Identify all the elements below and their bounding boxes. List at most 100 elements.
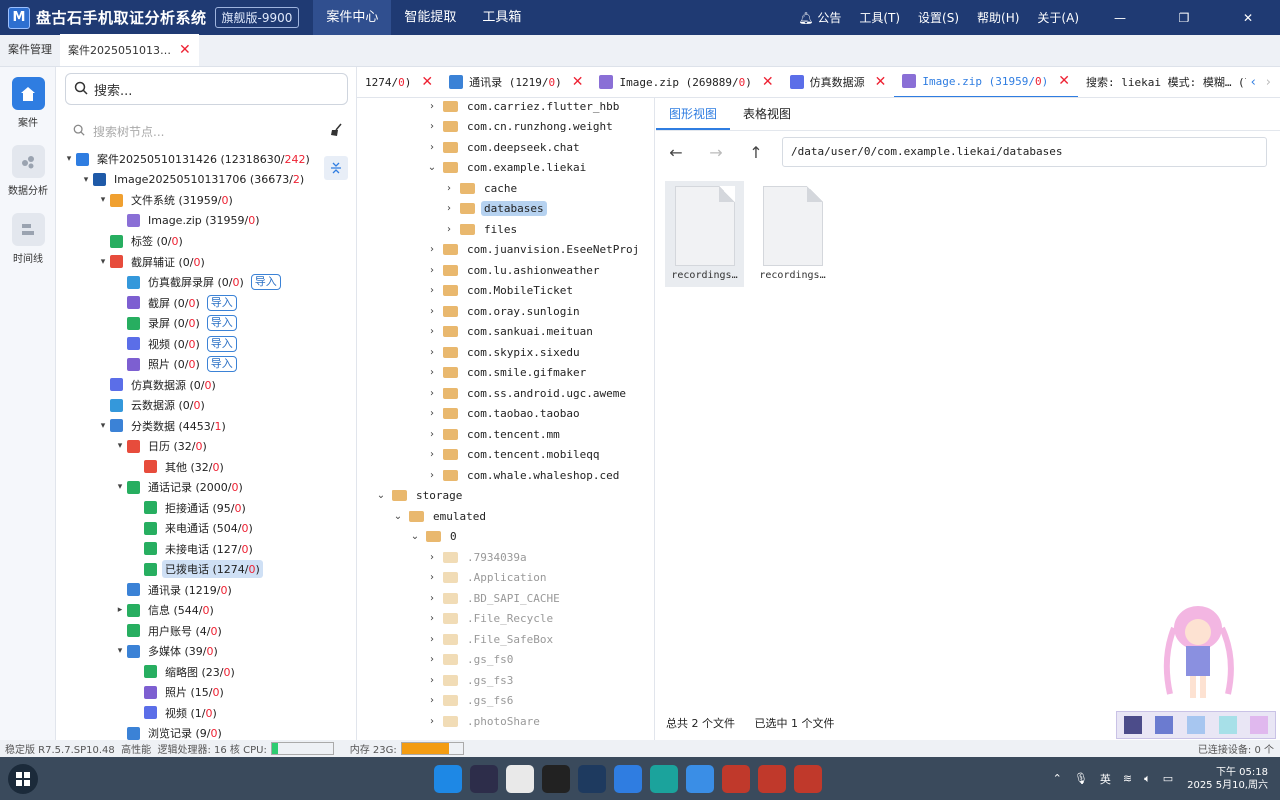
- import-button[interactable]: 导入: [206, 294, 237, 311]
- widget-toolbar[interactable]: [1116, 711, 1276, 739]
- tree-node[interactable]: 视频 (1/0): [130, 703, 220, 723]
- folder-node[interactable]: › cache: [442, 178, 520, 198]
- tab-table-view[interactable]: 表格视图: [730, 98, 804, 130]
- folder-node[interactable]: › com.carriez.flutter_hbb: [425, 98, 622, 116]
- folder-node[interactable]: ⌄ com.example.liekai: [425, 158, 589, 178]
- tree-node[interactable]: 浏览记录 (9/0): [113, 723, 225, 740]
- chevron-left-icon[interactable]: ‹: [1251, 75, 1256, 90]
- chevron-right-icon[interactable]: ›: [425, 326, 439, 337]
- file-item[interactable]: recordings…: [753, 181, 832, 287]
- tree-search-input[interactable]: 搜索树节点...: [73, 120, 343, 142]
- tree-node[interactable]: 云数据源 (0/0): [96, 395, 208, 415]
- input-language[interactable]: 英: [1100, 771, 1111, 787]
- tree-node[interactable]: ▾ 截屏辅证 (0/0): [96, 252, 208, 272]
- tree-node[interactable]: 视频 (0/0) 导入: [113, 334, 237, 354]
- folder-node[interactable]: › com.whale.whaleshop.ced: [425, 465, 622, 485]
- chevron-right-icon[interactable]: ›: [425, 470, 439, 481]
- tab-graphic-view[interactable]: 图形视图: [656, 98, 731, 130]
- folder-node[interactable]: ⌄ emulated: [391, 506, 489, 526]
- chevron-down-icon[interactable]: ▾: [62, 154, 76, 164]
- tree-node[interactable]: ▾ 多媒体 (39/0): [113, 641, 221, 661]
- nav-toolbox[interactable]: 工具箱: [469, 0, 534, 35]
- close-icon[interactable]: ✕: [1225, 11, 1271, 25]
- chevron-down-icon[interactable]: ▾: [113, 646, 127, 656]
- folder-node[interactable]: › .BD_SAPI_CACHE: [425, 588, 563, 608]
- edge-icon[interactable]: [434, 764, 462, 793]
- chevron-down-icon[interactable]: ▾: [113, 482, 127, 492]
- folder-node[interactable]: › com.MobileTicket: [425, 281, 576, 301]
- vscode-icon[interactable]: [578, 764, 606, 793]
- search-input[interactable]: 搜索...: [65, 73, 348, 105]
- close-tab-icon[interactable]: ✕: [762, 74, 774, 90]
- tree-node[interactable]: 未接电话 (127/0): [130, 539, 256, 559]
- tree-node[interactable]: ▾ 分类数据 (4453/1): [96, 416, 229, 436]
- tree-node[interactable]: ▸ 信息 (544/0): [113, 600, 217, 620]
- maximize-icon[interactable]: ❐: [1161, 11, 1207, 25]
- chevron-right-icon[interactable]: ›: [425, 572, 439, 583]
- chevron-right-icon[interactable]: ›: [425, 408, 439, 419]
- chevron-right-icon[interactable]: ›: [425, 244, 439, 255]
- widget-icon[interactable]: [1123, 716, 1142, 734]
- folder-node[interactable]: › com.deepseek.chat: [425, 137, 583, 157]
- folder-node[interactable]: › com.smile.gifmaker: [425, 363, 589, 383]
- store-icon[interactable]: [506, 764, 534, 793]
- folder-node[interactable]: ⌄ 0: [408, 527, 460, 547]
- chevron-down-icon[interactable]: ▾: [96, 421, 110, 431]
- nav-case-center[interactable]: 案件中心: [313, 0, 392, 35]
- tree-node[interactable]: 照片 (0/0) 导入: [113, 354, 237, 374]
- chevron-right-icon[interactable]: ›: [425, 634, 439, 645]
- folder-node[interactable]: › .Application: [425, 568, 549, 588]
- folder-node[interactable]: › com.juanvision.EseeNetProj: [425, 240, 642, 260]
- chevron-right-icon[interactable]: ›: [425, 388, 439, 399]
- menu-help[interactable]: 帮助(H): [977, 9, 1019, 26]
- import-button[interactable]: 导入: [206, 315, 237, 331]
- tree-node[interactable]: 用户账号 (4/0): [113, 621, 225, 641]
- chevron-up-icon[interactable]: ⌃: [1053, 772, 1062, 785]
- chevron-down-icon[interactable]: ⌄: [391, 511, 405, 522]
- chevron-right-icon[interactable]: ›: [425, 285, 439, 296]
- chevron-right-icon[interactable]: ›: [425, 593, 439, 604]
- folder-node[interactable]: › com.ss.android.ugc.aweme: [425, 383, 629, 403]
- tree-node[interactable]: 录屏 (0/0) 导入: [113, 313, 237, 333]
- chevron-right-icon[interactable]: ›: [442, 183, 456, 194]
- chevron-right-icon[interactable]: ›: [425, 429, 439, 440]
- tab-current-case[interactable]: 案件2025051013… ✕: [60, 34, 199, 66]
- menu-announcement[interactable]: 🔔︎ 公告: [798, 9, 841, 26]
- chevron-right-icon[interactable]: ›: [425, 654, 439, 665]
- volume-icon[interactable]: 🔈︎: [1144, 772, 1151, 786]
- close-tab-icon[interactable]: ✕: [1058, 73, 1070, 89]
- import-button[interactable]: 导入: [250, 274, 281, 290]
- chevron-down-icon[interactable]: ▾: [96, 257, 110, 267]
- folder-node[interactable]: › com.cn.runzhong.weight: [425, 117, 616, 137]
- close-tab-icon[interactable]: ✕: [421, 74, 433, 90]
- forward-arrow-icon[interactable]: →: [696, 143, 736, 162]
- path-input[interactable]: /data/user/0/com.example.liekai/database…: [782, 137, 1267, 167]
- chevron-down-icon[interactable]: ⌄: [408, 531, 422, 542]
- chevron-down-icon[interactable]: ⌄: [374, 490, 388, 501]
- folder-node[interactable]: › .photoShare: [425, 711, 543, 731]
- obs-icon[interactable]: [542, 764, 570, 793]
- tree-node[interactable]: 缩略图 (23/0): [130, 662, 238, 682]
- widget-icon[interactable]: [1155, 716, 1174, 734]
- tree-node[interactable]: ▾ 日历 (32/0): [113, 436, 210, 456]
- back-arrow-icon[interactable]: ←: [656, 143, 696, 162]
- chevron-right-icon[interactable]: ›: [425, 347, 439, 358]
- folder-node[interactable]: › com.skypix.sixedu: [425, 342, 583, 362]
- tab-case-management[interactable]: 案件管理: [0, 34, 60, 66]
- wifi-icon[interactable]: ≋: [1123, 772, 1132, 785]
- clock[interactable]: 下午 05:18 2025 5月10,周六: [1187, 766, 1268, 792]
- chevron-down-icon[interactable]: ▾: [79, 175, 93, 185]
- tree-node[interactable]: Image.zip (31959/0): [113, 211, 263, 231]
- widget-icon[interactable]: [1250, 716, 1269, 734]
- rail-item-timeline[interactable]: 时间线: [0, 213, 56, 265]
- tree-node[interactable]: 拒接通话 (95/0): [130, 498, 249, 518]
- chevron-right-icon[interactable]: ▸: [113, 605, 127, 615]
- folder-node[interactable]: ⌄ storage: [374, 486, 465, 506]
- content-tab[interactable]: Image.zip (269889/0) ✕: [591, 67, 781, 97]
- forensics-app-icon[interactable]: [614, 764, 642, 793]
- chevron-right-icon[interactable]: ›: [425, 675, 439, 686]
- app-icon[interactable]: [722, 764, 750, 793]
- close-tab-icon[interactable]: ✕: [179, 42, 191, 58]
- menu-about[interactable]: 关于(A): [1037, 9, 1079, 26]
- widget-icon[interactable]: [1218, 716, 1237, 734]
